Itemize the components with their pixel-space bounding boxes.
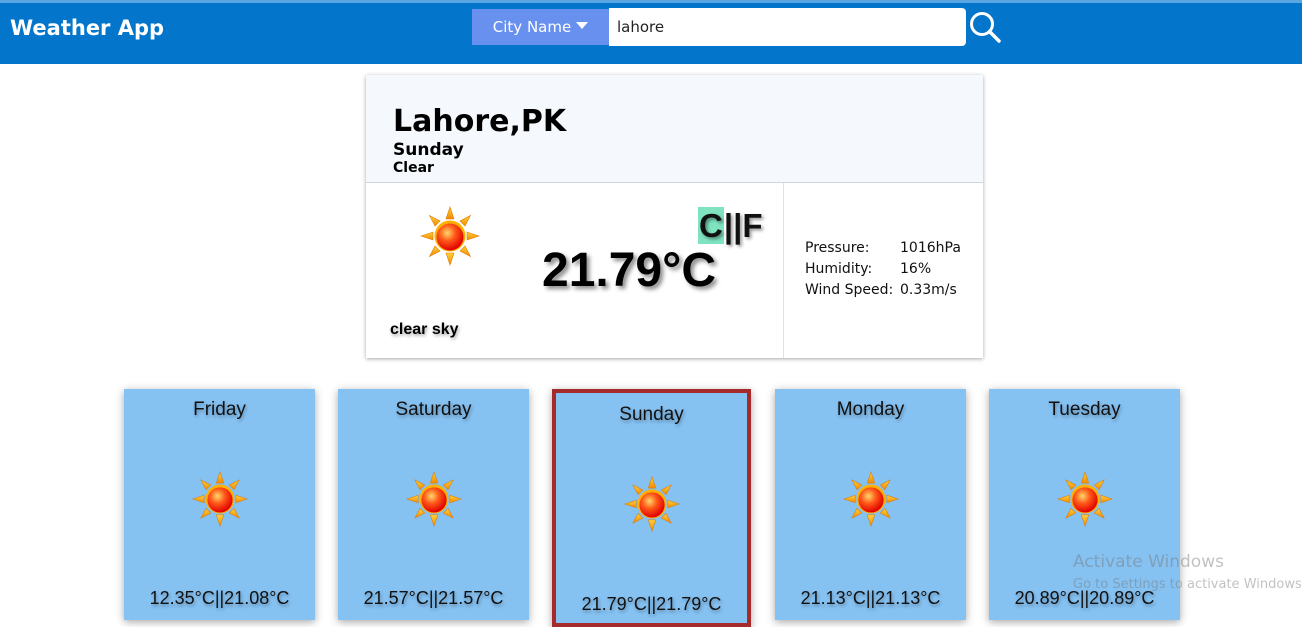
forecast-day: Sunday (619, 404, 684, 425)
forecast-tile-sunday[interactable]: Sunday 21.79°C||21.79°C (552, 389, 751, 627)
pressure-label: Pressure: (805, 240, 870, 256)
wind-speed-row: Wind Speed: 0.33m/s (805, 282, 961, 303)
city-name-select[interactable]: City Name (472, 9, 609, 45)
search-input[interactable] (609, 8, 966, 46)
forecast-tile-friday[interactable]: Friday 12.35°C||21.08°C (124, 389, 315, 620)
current-temperature: 21.79°C (542, 244, 716, 297)
wind-speed-label: Wind Speed: (805, 282, 894, 298)
current-condition: Clear (393, 160, 434, 176)
forecast-temp: 12.35°C||21.08°C (149, 588, 290, 608)
forecast-temp: 21.13°C||21.13°C (800, 588, 941, 608)
current-weather-header: Lahore,PK Sunday Clear (366, 75, 983, 183)
forecast-temp: 21.57°C||21.57°C (363, 588, 504, 608)
current-weather-card: Lahore,PK Sunday Clear C||F 21.79°C clea… (366, 75, 983, 358)
app-header: Weather App City Name (0, 3, 1302, 64)
app-title: Weather App (10, 16, 165, 40)
pressure-row: Pressure: 1016hPa (805, 240, 961, 261)
caret-down-icon (576, 21, 589, 29)
forecast-day: Saturday (395, 399, 472, 420)
activate-windows-watermark: Activate Windows (1073, 552, 1224, 572)
current-day: Sunday (393, 140, 464, 160)
city-select-label: City Name (492, 18, 572, 36)
activate-windows-hint: Go to Settings to activate Windows. (1073, 577, 1302, 592)
humidity-row: Humidity: 16% (805, 261, 961, 282)
humidity-value: 16% (900, 261, 932, 277)
celsius-toggle[interactable]: C (698, 207, 724, 244)
forecast-day: Monday (836, 399, 905, 420)
forecast-tile-monday[interactable]: Monday 21.13°C||21.13°C (775, 389, 966, 620)
search-icon[interactable] (966, 8, 1004, 46)
pressure-value: 1016hPa (900, 240, 961, 256)
sun-icon (843, 471, 899, 527)
forecast-day: Tuesday (1048, 399, 1121, 420)
sun-icon (192, 471, 248, 527)
sun-icon (624, 476, 680, 532)
details-divider (783, 183, 784, 358)
sun-icon (420, 206, 480, 266)
unit-separator: || (723, 207, 743, 244)
sun-icon (1057, 471, 1113, 527)
fahrenheit-toggle[interactable]: F (742, 207, 762, 244)
unit-toggle[interactable]: C||F (698, 207, 762, 245)
forecast-temp: 21.79°C||21.79°C (581, 594, 722, 614)
weather-details: Pressure: 1016hPa Humidity: 16% Wind Spe… (805, 240, 961, 303)
location-title: Lahore,PK (393, 104, 567, 139)
forecast-tile-saturday[interactable]: Saturday 21.57°C||21.57°C (338, 389, 529, 620)
wind-speed-value: 0.33m/s (900, 282, 957, 298)
sun-icon (406, 471, 462, 527)
forecast-day: Friday (193, 399, 246, 420)
humidity-label: Humidity: (805, 261, 873, 277)
weather-description: clear sky (390, 321, 459, 338)
